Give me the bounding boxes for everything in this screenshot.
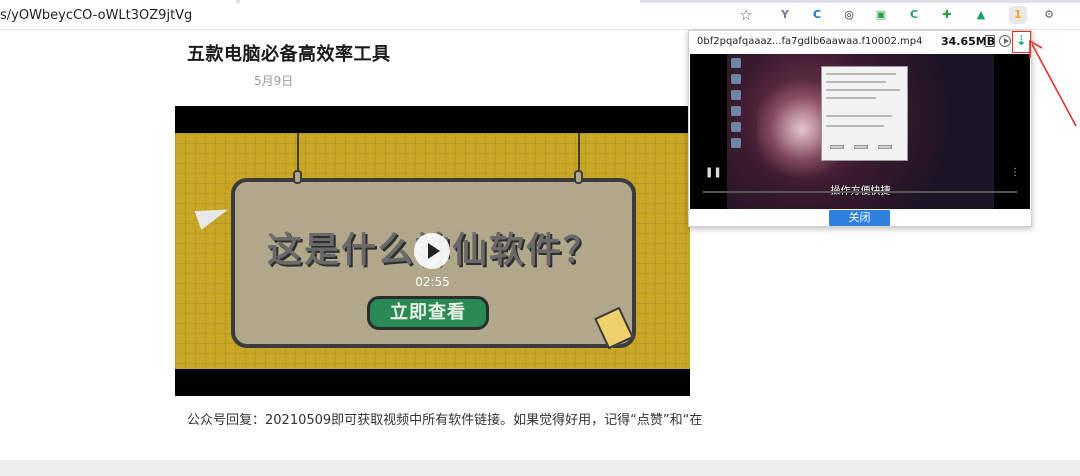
chatgpt-extension-icon[interactable]: ◎ (840, 6, 858, 24)
preview-play-icon[interactable] (999, 35, 1011, 47)
screenshot-root: s/yOWbeycCO-oWLt3OZ9jtVg ☆ Y C ◎ ▣ C ✚ ▲ 1 ⚙ 五款电… (0, 0, 1080, 476)
desktop-icon (731, 58, 741, 68)
extensions-menu-icon[interactable]: ⚙ (1040, 6, 1058, 24)
desktop-icon (731, 122, 741, 132)
dialog-line (826, 81, 886, 83)
article-title: 五款电脑必备高效率工具 (187, 44, 391, 65)
preview-dialog-window (821, 66, 908, 161)
poster-cta-button: 立即查看 (367, 296, 489, 330)
annotation-arrow-icon (1029, 39, 1077, 127)
article-body-text: 公众号回复：20210509即可获取视频中所有软件链接。如果觉得好用，记得“点赞… (187, 413, 703, 428)
article-date: 5月9日 (254, 74, 294, 88)
popup-filename: 0bf2pqafqaaaz...fa7gdlb6aawaa.f10002.mp4 (697, 36, 923, 47)
video-duration: 02:55 (415, 275, 450, 289)
poster-hanger-knob-left (293, 170, 302, 184)
c-blue-extension-icon[interactable]: C (808, 6, 826, 24)
desktop-icon (731, 74, 741, 84)
play-button[interactable] (414, 233, 450, 269)
pause-icon[interactable]: ❚❚ (705, 167, 722, 178)
y-extension-icon[interactable]: Y (776, 6, 794, 24)
desktop-icon (731, 138, 741, 148)
dialog-button (830, 145, 844, 149)
green-puzzle-extension-icon[interactable]: ✚ (938, 6, 956, 24)
dialog-line (826, 89, 900, 91)
address-bar-url[interactable]: s/yOWbeycCO-oWLt3OZ9jtVg (0, 8, 192, 23)
dialog-line (826, 73, 896, 75)
play-icon (428, 243, 440, 259)
popup-video-preview[interactable]: 操作方便快捷 ❚❚ ⋮ (690, 54, 1030, 209)
green-chat-extension-icon[interactable]: ▣ (872, 6, 890, 24)
more-options-icon[interactable]: ⋮ (1010, 167, 1020, 178)
popup-close-button[interactable]: 关闭 (829, 210, 890, 226)
download-popup: 0bf2pqafqaaaz...fa7gdlb6aawaa.f10002.mp4… (688, 30, 1032, 227)
dialog-button (878, 145, 892, 149)
video-player[interactable]: 这是什么神仙软件？ 立即查看 02:55 (175, 106, 690, 396)
c-teal-extension-icon[interactable]: C (905, 6, 923, 24)
desktop-icon (731, 90, 741, 100)
dialog-line (826, 115, 892, 117)
poster-hanger-knob-right (574, 170, 583, 184)
preview-progress-bar[interactable] (703, 191, 1017, 193)
paper-plane-icon (194, 200, 232, 230)
green-flag-extension-icon[interactable]: ▲ (972, 6, 990, 24)
dialog-button (854, 145, 868, 149)
dialog-line (826, 125, 884, 127)
poster-hanger-left (297, 133, 299, 170)
desktop-icon (731, 106, 741, 116)
poster-hanger-right (578, 133, 580, 170)
preview-frame: 操作方便快捷 (727, 54, 994, 209)
page-bottom-bar (0, 460, 1080, 476)
video-downloader-extension-icon[interactable]: 1 (1009, 6, 1027, 24)
bookmark-star-icon[interactable]: ☆ (737, 6, 755, 24)
preview-subtitle: 操作方便快捷 (727, 182, 994, 197)
browser-toolbar: s/yOWbeycCO-oWLt3OZ9jtVg ☆ Y C ◎ ▣ C ✚ ▲ 1 ⚙ (0, 3, 1080, 30)
copy-icon[interactable] (985, 35, 995, 47)
dialog-line (826, 97, 876, 99)
